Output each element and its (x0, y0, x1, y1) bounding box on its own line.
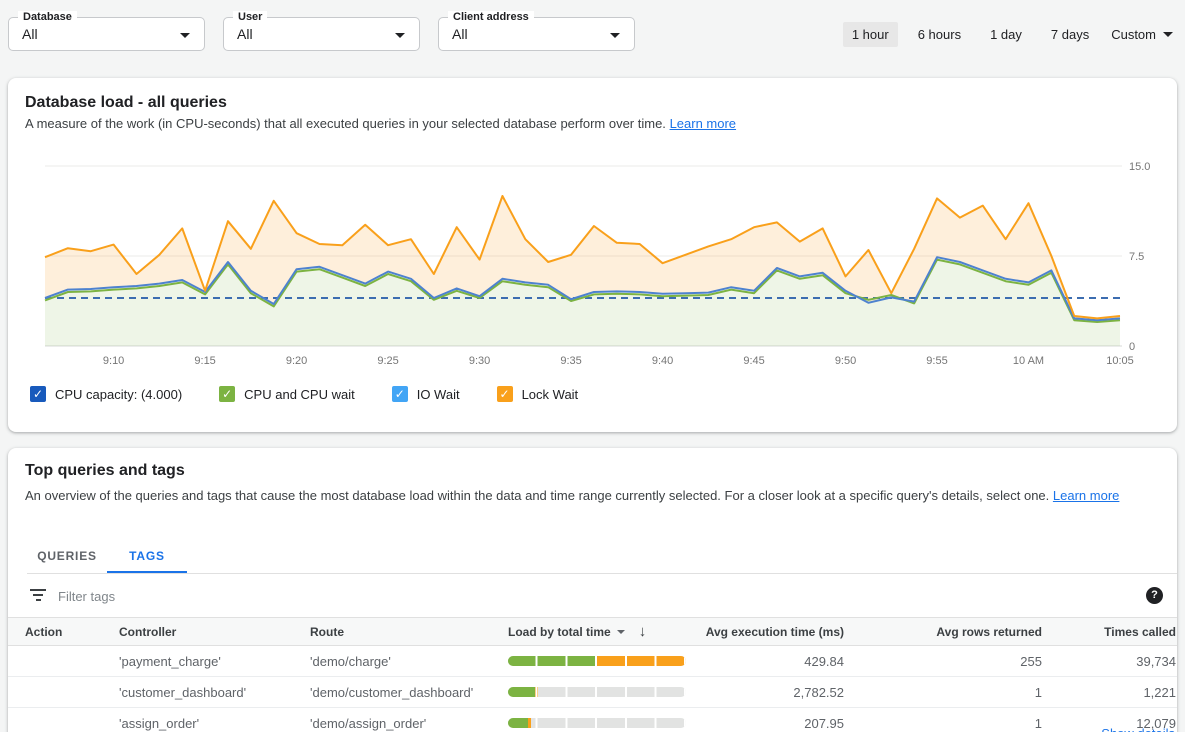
time-range-6-hours[interactable]: 6 hours (909, 22, 970, 47)
time-range-1-day[interactable]: 1 day (981, 22, 1031, 47)
x-axis-label: 9:15 (194, 355, 215, 367)
cell-load-bar (508, 656, 694, 666)
chart-legend: ✓ CPU capacity: (4.000) ✓ CPU and CPU wa… (30, 386, 615, 402)
cell-controller: 'customer_dashboard' (119, 685, 310, 700)
top-queries-description: An overview of the queries and tags that… (25, 486, 1119, 505)
cell-avg-rows-returned: 1 (845, 716, 1043, 731)
tab-queries[interactable]: QUERIES (27, 540, 107, 573)
x-axis-label: 9:50 (835, 355, 856, 367)
checkbox-checked-icon: ✓ (392, 386, 408, 402)
legend-cpu-and-cpu-wait[interactable]: ✓ CPU and CPU wait (219, 386, 355, 402)
cell-route: 'demo/assign_order' (310, 716, 508, 731)
table-header: Action Controller Route Load by total ti… (8, 618, 1177, 646)
user-filter-label: User (233, 11, 267, 23)
database-filter-select[interactable]: Database All (8, 17, 205, 51)
filter-bar: Database All User All Client address All (8, 17, 635, 51)
cell-avg-rows-returned: 255 (845, 654, 1043, 669)
time-range-7-days[interactable]: 7 days (1042, 22, 1098, 47)
top-queries-title: Top queries and tags (25, 462, 185, 480)
column-times-called[interactable]: Times called (1043, 625, 1177, 639)
filter-tags-input[interactable] (58, 584, 658, 608)
cell-load-bar (508, 718, 694, 728)
cell-controller: 'assign_order' (119, 716, 310, 731)
show-details-link[interactable]: Show details (1101, 726, 1175, 732)
time-range-custom-label: Custom (1111, 27, 1156, 42)
table-row[interactable]: 'customer_dashboard' 'demo/customer_dash… (8, 677, 1177, 708)
x-axis-label: 10 AM (1013, 355, 1044, 367)
cell-route: 'demo/customer_dashboard' (310, 685, 508, 700)
query-insights-page: Database All User All Client address All… (0, 0, 1185, 732)
user-filter-select[interactable]: User All (223, 17, 420, 51)
chevron-down-icon (610, 33, 620, 38)
chevron-down-icon (1163, 32, 1173, 37)
queries-tags-tabs: QUERIES TAGS (27, 540, 1177, 574)
cell-avg-execution-time: 2,782.52 (694, 685, 845, 700)
database-load-chart: 0 7.5 15.0 9:10 9:15 9:20 9:25 9:30 9:35 9:40 9:45… (30, 158, 1180, 376)
chevron-down-icon (395, 33, 405, 38)
checkbox-checked-icon: ✓ (30, 386, 46, 402)
database-load-title: Database load - all queries (25, 94, 227, 112)
column-avg-rows-returned[interactable]: Avg rows returned (845, 625, 1043, 639)
cell-avg-rows-returned: 1 (845, 685, 1043, 700)
database-filter-label: Database (18, 11, 77, 23)
checkbox-checked-icon: ✓ (497, 386, 513, 402)
load-learn-more-link[interactable]: Learn more (670, 116, 736, 131)
table-row[interactable]: 'assign_order' 'demo/assign_order' 207.9… (8, 708, 1177, 732)
filter-tags-row: ? (8, 574, 1177, 618)
legend-lock-wait[interactable]: ✓ Lock Wait (497, 386, 579, 402)
checkbox-checked-icon: ✓ (219, 386, 235, 402)
x-axis-label: 9:20 (286, 355, 307, 367)
column-avg-execution-time[interactable]: Avg execution time (ms) (694, 625, 845, 639)
column-action: Action (25, 625, 119, 639)
cell-load-bar (508, 687, 694, 697)
column-controller[interactable]: Controller (119, 625, 310, 639)
client-address-filter-label: Client address (448, 11, 534, 23)
x-axis-label: 9:30 (469, 355, 490, 367)
y-axis-label: 15.0 (1129, 161, 1150, 173)
sort-descending-icon: ↓ (639, 623, 647, 640)
y-axis-label: 7.5 (1129, 251, 1144, 263)
top-queries-card: Top queries and tags An overview of the … (8, 448, 1177, 732)
cell-avg-execution-time: 207.95 (694, 716, 845, 731)
cell-controller: 'payment_charge' (119, 654, 310, 669)
time-range-custom[interactable]: Custom (1109, 22, 1175, 47)
time-range-selector: 1 hour 6 hours 1 day 7 days Custom (843, 22, 1175, 47)
cell-avg-execution-time: 429.84 (694, 654, 845, 669)
tab-tags[interactable]: TAGS (107, 540, 187, 573)
queries-learn-more-link[interactable]: Learn more (1053, 488, 1119, 503)
cell-route: 'demo/charge' (310, 654, 508, 669)
database-filter-value: All (22, 26, 38, 42)
x-axis-label: 9:25 (377, 355, 398, 367)
cell-times-called: 1,221 (1043, 685, 1177, 700)
x-axis-label: 9:10 (103, 355, 124, 367)
column-route[interactable]: Route (310, 625, 508, 639)
legend-cpu-capacity[interactable]: ✓ CPU capacity: (4.000) (30, 386, 182, 402)
x-axis-label: 9:35 (560, 355, 581, 367)
database-load-description: A measure of the work (in CPU-seconds) t… (25, 114, 736, 133)
client-address-filter-select[interactable]: Client address All (438, 17, 635, 51)
chevron-down-icon (180, 33, 190, 38)
filter-icon (30, 589, 46, 603)
table-row[interactable]: 'payment_charge' 'demo/charge' 429.84 25… (8, 646, 1177, 677)
time-range-1-hour[interactable]: 1 hour (843, 22, 898, 47)
user-filter-value: All (237, 26, 253, 42)
x-axis-label: 10:05 (1106, 355, 1134, 367)
cell-times-called: 39,734 (1043, 654, 1177, 669)
x-axis-label: 9:40 (652, 355, 673, 367)
y-axis-label: 0 (1129, 341, 1135, 353)
help-icon[interactable]: ? (1146, 587, 1163, 604)
chevron-down-icon (617, 630, 625, 634)
x-axis-label: 9:55 (926, 355, 947, 367)
client-address-filter-value: All (452, 26, 468, 42)
column-load-by-total-time[interactable]: Load by total time ↓ (508, 623, 694, 640)
x-axis-label: 9:45 (743, 355, 764, 367)
legend-io-wait[interactable]: ✓ IO Wait (392, 386, 460, 402)
